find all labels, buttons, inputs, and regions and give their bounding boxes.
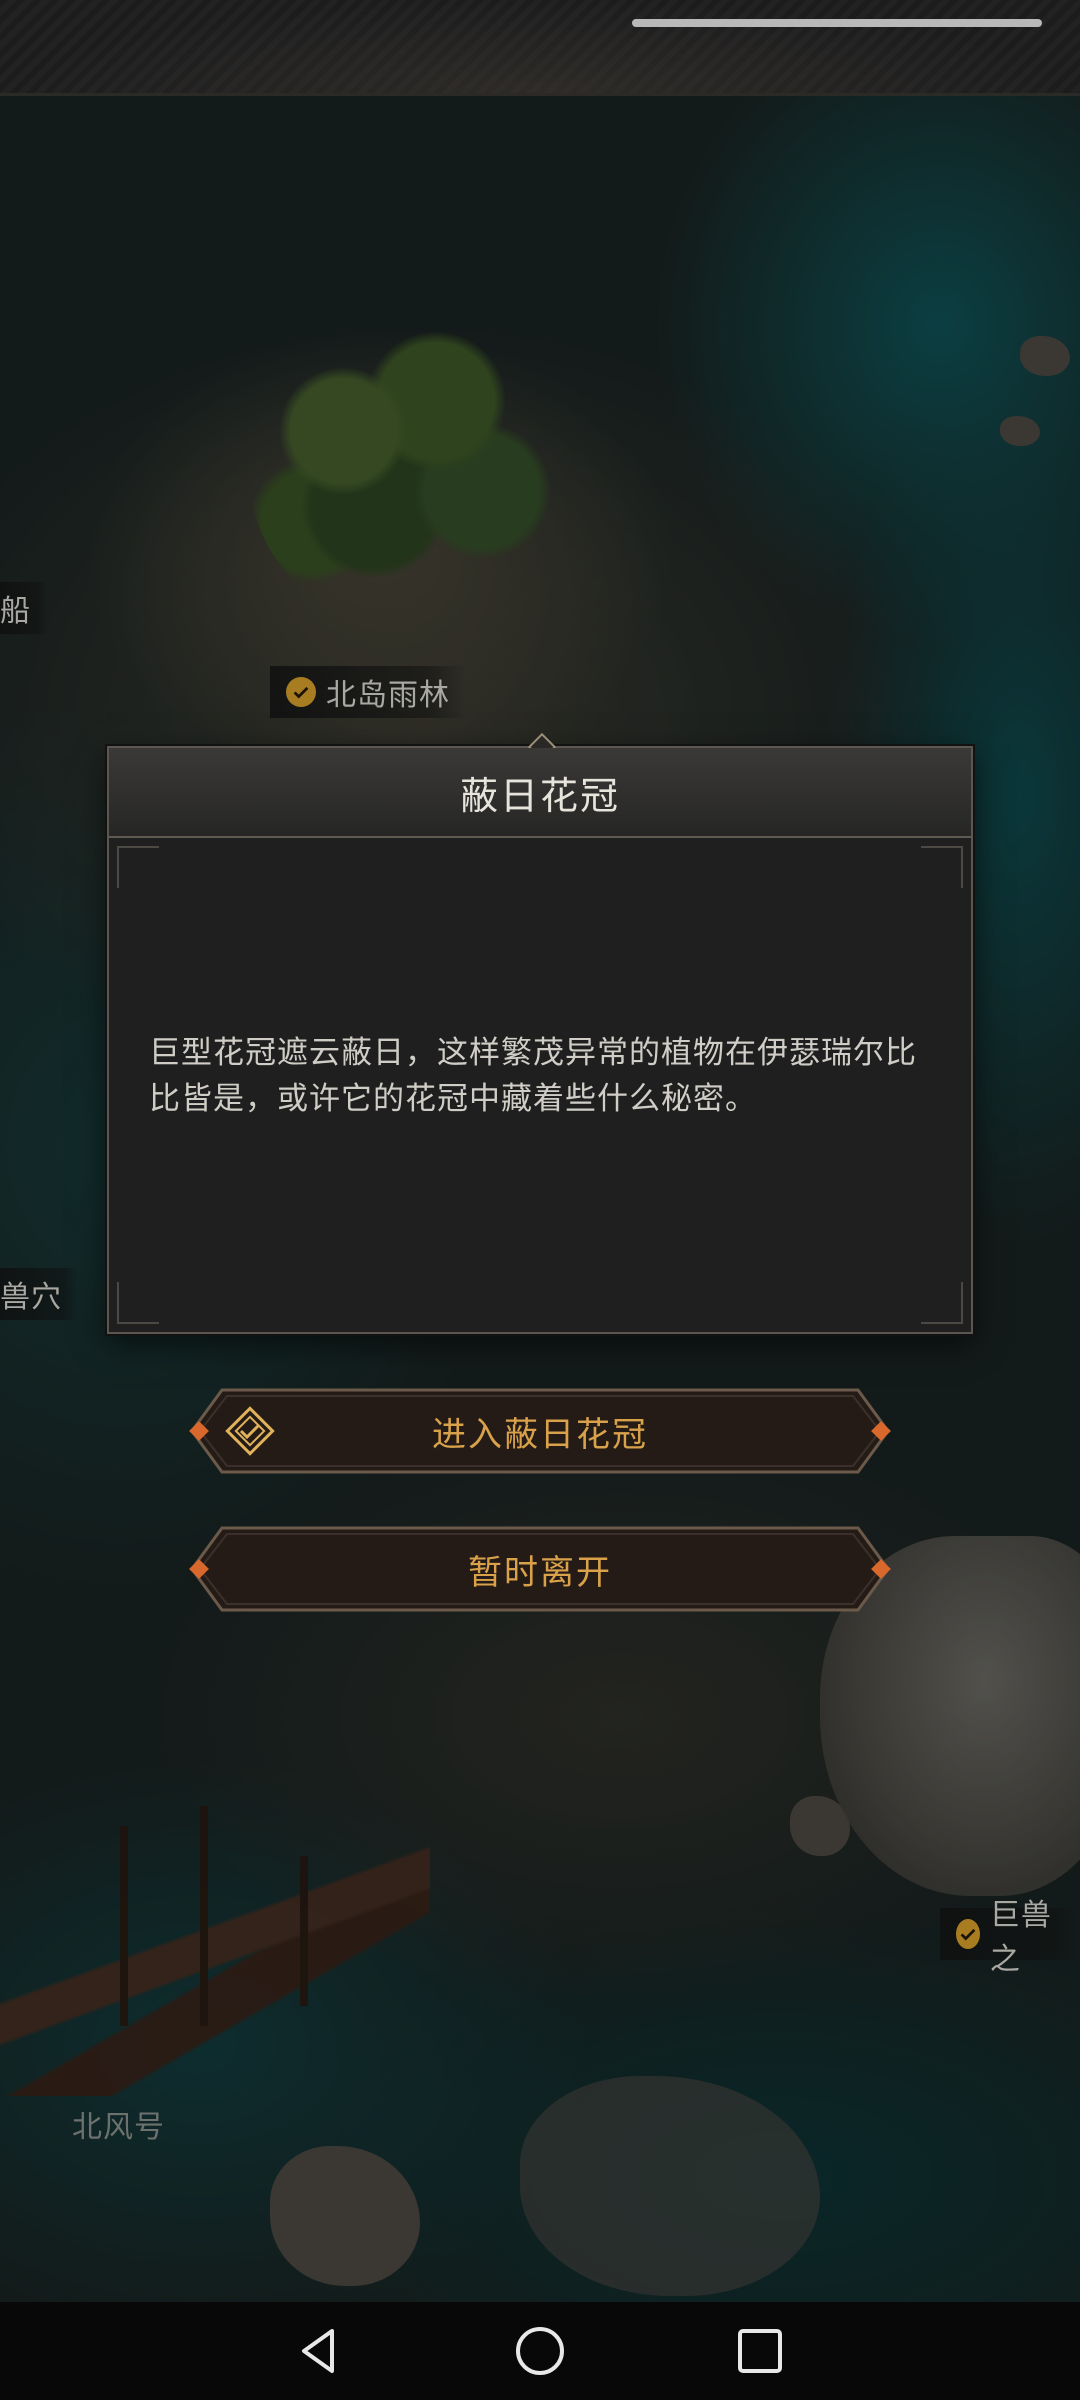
ship-mast — [300, 1856, 308, 2006]
compass-emblem-icon — [225, 1406, 275, 1456]
rock — [520, 2076, 820, 2296]
home-button[interactable] — [505, 2316, 575, 2386]
home-icon — [516, 2327, 564, 2375]
map-label-beast-cave[interactable]: 兽穴 — [0, 1268, 78, 1320]
map-label-text: 巨兽之 — [989, 1898, 1052, 1977]
recents-button[interactable] — [725, 2316, 795, 2386]
map-label-giant-beast[interactable]: 巨兽之 — [940, 1898, 1080, 1977]
map-label-north-wind[interactable]: 北风号 — [56, 2098, 181, 2150]
map-label-text: 兽穴 — [0, 1280, 62, 1315]
dialog-title: 蔽日花冠 — [459, 773, 620, 818]
map-label-text: 北风号 — [72, 2110, 165, 2145]
gesture-pill — [632, 19, 1042, 27]
map-label-ship[interactable]: 船 — [0, 582, 47, 634]
giant-tree-location[interactable] — [250, 326, 560, 626]
enter-button-label: 进入蔽日花冠 — [432, 1414, 648, 1455]
corner-ornament — [921, 1282, 963, 1324]
corner-ornament — [117, 846, 159, 888]
map-label-text: 船 — [0, 594, 31, 629]
ship-mast — [120, 1826, 128, 2026]
ship-mast — [200, 1806, 208, 2026]
corner-ornament — [921, 846, 963, 888]
top-ornament-bar — [0, 0, 1080, 96]
dialog-header: 蔽日花冠 — [109, 748, 971, 838]
map-label-text: 北岛雨林 — [326, 678, 450, 713]
dialog-description: 巨型花冠遮云蔽日，这样繁茂异常的植物在伊瑟瑞尔比比皆是，或许它的花冠中藏着些什么… — [149, 1035, 917, 1117]
corner-ornament — [117, 1282, 159, 1324]
check-icon — [286, 677, 316, 707]
leave-button-label: 暂时离开 — [468, 1552, 612, 1593]
rock — [790, 1796, 850, 1856]
rock — [1000, 416, 1040, 446]
leave-button[interactable]: 暂时离开 — [170, 1522, 910, 1616]
back-button[interactable] — [285, 2316, 355, 2386]
enter-location-button[interactable]: 进入蔽日花冠 — [170, 1384, 910, 1478]
rock — [270, 2146, 420, 2286]
recents-icon — [738, 2329, 782, 2373]
back-icon — [302, 2329, 334, 2373]
map-label-north-island-rainforest[interactable]: 北岛雨林 — [270, 666, 466, 718]
location-dialog: 蔽日花冠 巨型花冠遮云蔽日，这样繁茂异常的植物在伊瑟瑞尔比比皆是，或许它的花冠中… — [107, 732, 973, 1334]
top-ornament — [0, 0, 1080, 93]
check-icon — [956, 1919, 980, 1949]
system-nav-bar — [0, 2302, 1080, 2400]
rock — [1020, 336, 1070, 376]
shipwreck-location[interactable] — [0, 1796, 430, 2096]
